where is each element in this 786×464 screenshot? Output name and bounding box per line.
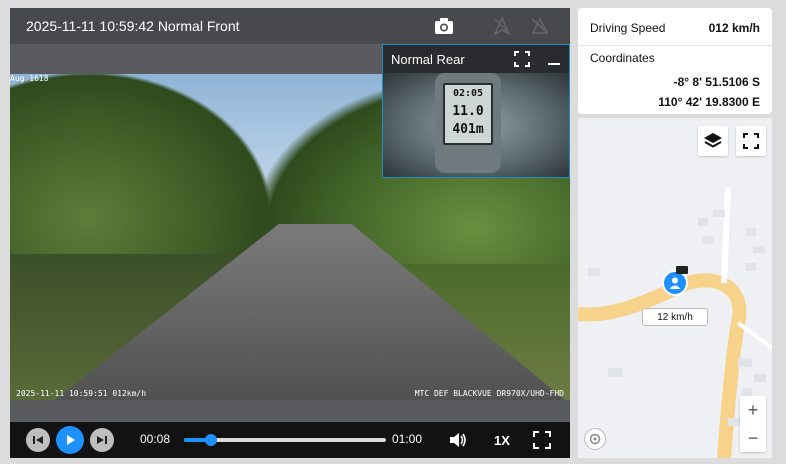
map-logo-icon xyxy=(584,428,606,450)
front-title: Normal Front xyxy=(157,18,240,34)
skip-back-icon[interactable] xyxy=(26,428,50,452)
speed-row: Driving Speed 012 km/h xyxy=(578,8,772,46)
skip-forward-icon[interactable] xyxy=(90,428,114,452)
coordinates-label: Coordinates xyxy=(590,51,655,65)
front-title-row: 2025-11-11 10:59:42 Normal Front xyxy=(26,18,240,34)
fullscreen-icon[interactable] xyxy=(530,428,554,452)
zoom-in-button[interactable]: + xyxy=(740,396,766,424)
longitude-value: 110° 42' 19.8300 E xyxy=(658,95,760,109)
latitude-value: -8° 8' 51.5106 S xyxy=(673,75,760,89)
play-icon[interactable] xyxy=(56,426,84,454)
rear-header: Normal Rear xyxy=(383,45,569,73)
zoom-control: + − xyxy=(740,396,766,452)
gps-line: 11.0 xyxy=(452,104,484,119)
seek-bar[interactable] xyxy=(184,434,386,446)
map-speed-label: 12 km/h xyxy=(642,308,708,326)
gps-device: 02:05 11.0 401m xyxy=(435,73,501,173)
video-player: 2025-11-11 10:59:42 Normal Front Aug 161… xyxy=(10,8,570,458)
map-pin-off-icon[interactable] xyxy=(490,14,514,38)
minimize-icon[interactable] xyxy=(545,50,563,68)
front-timestamp: 2025-11-11 10:59:42 xyxy=(26,18,154,34)
rear-video-pip[interactable]: Normal Rear 02:05 11.0 401m xyxy=(382,44,570,178)
camera-icon[interactable] xyxy=(432,14,456,38)
video-corner-text: Aug 1618 xyxy=(10,74,49,83)
driving-speed-label: Driving Speed xyxy=(590,21,666,35)
map[interactable]: 12 km/h + − xyxy=(578,118,772,458)
rear-video-frame: 02:05 11.0 401m xyxy=(383,73,569,177)
duration: 01:00 xyxy=(392,432,423,446)
camera-badge-icon xyxy=(676,266,688,274)
app: 2025-11-11 10:59:42 Normal Front Aug 161… xyxy=(0,0,786,464)
zoom-out-button[interactable]: − xyxy=(740,424,766,452)
driving-speed-value: 012 km/h xyxy=(708,21,760,35)
expand-icon[interactable] xyxy=(513,50,531,68)
playback-speed[interactable]: 1X xyxy=(488,428,516,452)
seek-thumb[interactable] xyxy=(204,434,217,446)
video-timestamp-overlay: 2025-11-11 10:59:51 012km/h xyxy=(16,389,147,398)
layers-icon[interactable] xyxy=(698,126,728,156)
volume-icon[interactable] xyxy=(446,428,470,452)
gps-line: 401m xyxy=(452,122,484,137)
map-fullscreen-icon[interactable] xyxy=(736,126,766,156)
event-icon[interactable] xyxy=(528,14,552,38)
gps-screen: 02:05 11.0 401m xyxy=(443,83,493,145)
rear-title: Normal Rear xyxy=(391,52,465,67)
current-time: 00:08 xyxy=(140,432,171,446)
gps-line: 02:05 xyxy=(452,88,484,99)
video-model-overlay: MTC DEF BLACKVUE DR970X/UHD-FHD xyxy=(414,389,564,398)
playback-controls: 00:08 01:00 1X xyxy=(10,422,570,458)
info-panel: Driving Speed 012 km/h Coordinates -8° 8… xyxy=(578,8,772,114)
front-header: 2025-11-11 10:59:42 Normal Front xyxy=(10,8,570,44)
